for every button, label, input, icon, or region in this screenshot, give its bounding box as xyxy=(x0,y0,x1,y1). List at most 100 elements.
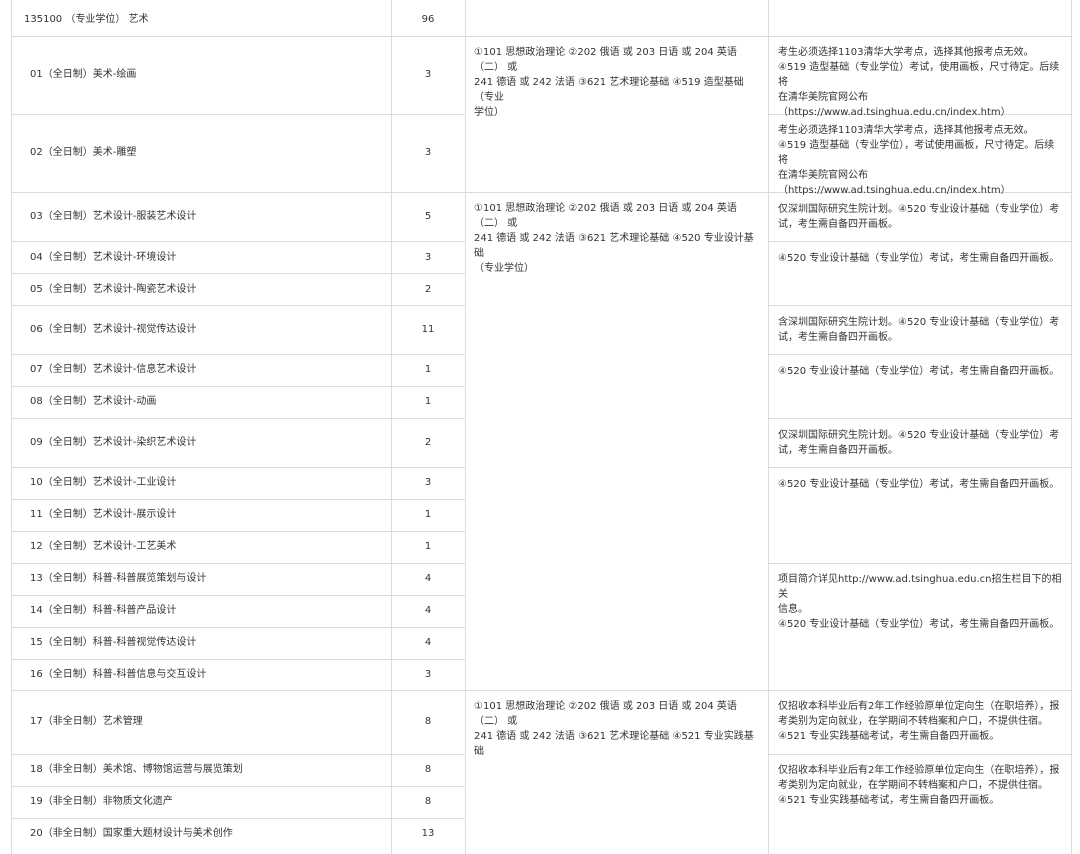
major-count: 8 xyxy=(424,796,432,807)
remarks: 考生必须选择1103清华大学考点，选择其他报考点无效。 ④519 造型基础（专业… xyxy=(778,45,1062,120)
remarks: 考生必须选择1103清华大学考点，选择其他报考点无效。 ④519 造型基础（专业… xyxy=(778,123,1062,198)
major-count: 2 xyxy=(424,284,432,295)
text-line: 信息。 xyxy=(778,604,808,615)
discipline-total: 96 xyxy=(421,14,435,25)
exam-subjects: ①101 思想政治理论 ②202 俄语 或 203 日语 或 204 英语（二）… xyxy=(474,201,762,276)
text-line: 考生必须选择1103清华大学考点，选择其他报考点无效。 xyxy=(778,125,1034,136)
major-name: 12（全日制）艺术设计-工艺美术 xyxy=(30,541,177,552)
major-name: 05（全日制）艺术设计-陶瓷艺术设计 xyxy=(30,284,197,295)
remarks: 含深圳国际研究生院计划。④520 专业设计基础（专业学位）考 试，考生需自备四开… xyxy=(778,315,1062,345)
grid-line xyxy=(11,627,466,628)
grid-line xyxy=(11,754,466,755)
text-line: 考类别为定向就业，在学期间不转档案和户口，不提供住宿。 xyxy=(778,716,1048,727)
remarks: 项目简介详见http://www.ad.tsinghua.edu.cn招生栏目下… xyxy=(778,572,1062,632)
text-line: 项目简介详见http://www.ad.tsinghua.edu.cn招生栏目下… xyxy=(778,574,1062,600)
text-line: 241 德语 或 242 法语 ③621 艺术理论基础 ④521 专业实践基础 xyxy=(474,731,754,757)
major-count: 8 xyxy=(424,764,432,775)
text-line: 仅招收本科毕业后有2年工作经验原单位定向生（在职培养），报 xyxy=(778,701,1060,712)
major-count: 8 xyxy=(424,716,432,727)
text-line: 在清华美院官网公布 xyxy=(778,170,868,181)
major-name: 06（全日制）艺术设计-视觉传达设计 xyxy=(30,324,197,335)
text-line: 含深圳国际研究生院计划。④520 专业设计基础（专业学位）考 xyxy=(778,317,1060,328)
remarks: 仅深圳国际研究生院计划。④520 专业设计基础（专业学位）考 试，考生需自备四开… xyxy=(778,428,1062,458)
remarks: ④520 专业设计基础（专业学位）考试，考生需自备四开画板。 xyxy=(778,364,1062,379)
remarks: ④520 专业设计基础（专业学位）考试，考生需自备四开画板。 xyxy=(778,251,1062,266)
major-count: 3 xyxy=(424,147,432,158)
major-name: 04（全日制）艺术设计-环境设计 xyxy=(30,252,177,263)
grid-line xyxy=(768,754,1072,755)
major-name: 08（全日制）艺术设计-动画 xyxy=(30,396,157,407)
grid-line xyxy=(465,0,466,854)
grid-line xyxy=(11,690,1072,691)
grid-line xyxy=(11,36,1072,37)
grid-line xyxy=(768,305,1072,306)
grid-line xyxy=(11,418,466,419)
major-name: 02（全日制）美术-雕塑 xyxy=(30,147,137,158)
grid-line xyxy=(11,273,466,274)
grid-line xyxy=(11,305,466,306)
text-line: 仅深圳国际研究生院计划。④520 专业设计基础（专业学位）考 xyxy=(778,430,1060,441)
major-name: 15（全日制）科普-科普视觉传达设计 xyxy=(30,637,197,648)
major-name: 18（非全日制）美术馆、博物馆运营与展览策划 xyxy=(30,764,243,775)
major-count: 11 xyxy=(421,324,435,335)
text-line: ④520 专业设计基础（专业学位）考试，考生需自备四开画板。 xyxy=(778,366,1060,377)
grid-line xyxy=(768,418,1072,419)
major-name: 14（全日制）科普-科普产品设计 xyxy=(30,605,177,616)
text-line: （https://www.ad.tsinghua.edu.cn/index.ht… xyxy=(778,185,1011,196)
remarks: 仅招收本科毕业后有2年工作经验原单位定向生（在职培养），报 考类别为定向就业，在… xyxy=(778,699,1062,744)
text-line: 仅招收本科毕业后有2年工作经验原单位定向生（在职培养），报 xyxy=(778,765,1060,776)
grid-line xyxy=(11,563,466,564)
major-count: 1 xyxy=(424,509,432,520)
remarks: 仅招收本科毕业后有2年工作经验原单位定向生（在职培养），报 考类别为定向就业，在… xyxy=(778,763,1062,808)
text-line: ④520 专业设计基础（专业学位）考试，考生需自备四开画板。 xyxy=(778,619,1060,630)
grid-line xyxy=(11,114,466,115)
major-count: 3 xyxy=(424,477,432,488)
major-count: 4 xyxy=(424,573,432,584)
remarks: ④520 专业设计基础（专业学位）考试，考生需自备四开画板。 xyxy=(778,477,1062,492)
text-line: ④521 专业实践基础考试，考生需自备四开画板。 xyxy=(778,795,1000,806)
discipline-code-name: 135100 （专业学位） 艺术 xyxy=(24,14,149,25)
grid-line xyxy=(11,659,466,660)
grid-line xyxy=(11,354,466,355)
text-line: 试，考生需自备四开画板。 xyxy=(778,445,898,456)
major-name: 17（非全日制）艺术管理 xyxy=(30,716,143,727)
enrollment-table: 135100 （专业学位） 艺术 96 01（全日制）美术-绘画 3 02（全日… xyxy=(0,0,1080,854)
major-name: 16（全日制）科普-科普信息与交互设计 xyxy=(30,669,207,680)
major-name: 09（全日制）艺术设计-染织艺术设计 xyxy=(30,437,197,448)
major-count: 5 xyxy=(424,211,432,222)
major-count: 2 xyxy=(424,437,432,448)
text-line: ④519 造型基础（专业学位），考试使用画板，尺寸待定。后续将 xyxy=(778,140,1055,166)
text-line: 考类别为定向就业，在学期间不转档案和户口，不提供住宿。 xyxy=(778,780,1048,791)
text-line: 在清华美院官网公布 xyxy=(778,92,868,103)
grid-line xyxy=(11,467,466,468)
major-name: 01（全日制）美术-绘画 xyxy=(30,69,137,80)
text-line: ①101 思想政治理论 ②202 俄语 或 203 日语 或 204 英语（二）… xyxy=(474,701,737,727)
exam-subjects: ①101 思想政治理论 ②202 俄语 或 203 日语 或 204 英语（二）… xyxy=(474,45,762,120)
text-line: （专业学位） xyxy=(474,263,534,274)
grid-line xyxy=(768,467,1072,468)
text-line: 考生必须选择1103清华大学考点，选择其他报考点无效。 xyxy=(778,47,1034,58)
major-count: 3 xyxy=(424,69,432,80)
grid-line xyxy=(11,241,466,242)
major-count: 1 xyxy=(424,541,432,552)
grid-line xyxy=(11,595,466,596)
grid-line xyxy=(768,354,1072,355)
major-name: 19（非全日制）非物质文化遗产 xyxy=(30,796,173,807)
grid-line xyxy=(11,499,466,500)
grid-line xyxy=(768,241,1072,242)
major-name: 07（全日制）艺术设计-信息艺术设计 xyxy=(30,364,197,375)
grid-line xyxy=(11,818,466,819)
major-count: 3 xyxy=(424,252,432,263)
text-line: ④520 专业设计基础（专业学位）考试，考生需自备四开画板。 xyxy=(778,253,1060,264)
grid-line xyxy=(1071,0,1072,854)
major-count: 3 xyxy=(424,669,432,680)
grid-line xyxy=(11,531,466,532)
major-count: 13 xyxy=(421,828,435,839)
major-name: 13（全日制）科普-科普展览策划与设计 xyxy=(30,573,207,584)
grid-line xyxy=(11,786,466,787)
text-line: ①101 思想政治理论 ②202 俄语 或 203 日语 或 204 英语（二）… xyxy=(474,203,737,229)
text-line: 241 德语 或 242 法语 ③621 艺术理论基础 ④520 专业设计基础 xyxy=(474,233,754,259)
grid-line xyxy=(768,0,769,854)
major-count: 4 xyxy=(424,605,432,616)
remarks: 仅深圳国际研究生院计划。④520 专业设计基础（专业学位）考 试，考生需自备四开… xyxy=(778,202,1062,232)
